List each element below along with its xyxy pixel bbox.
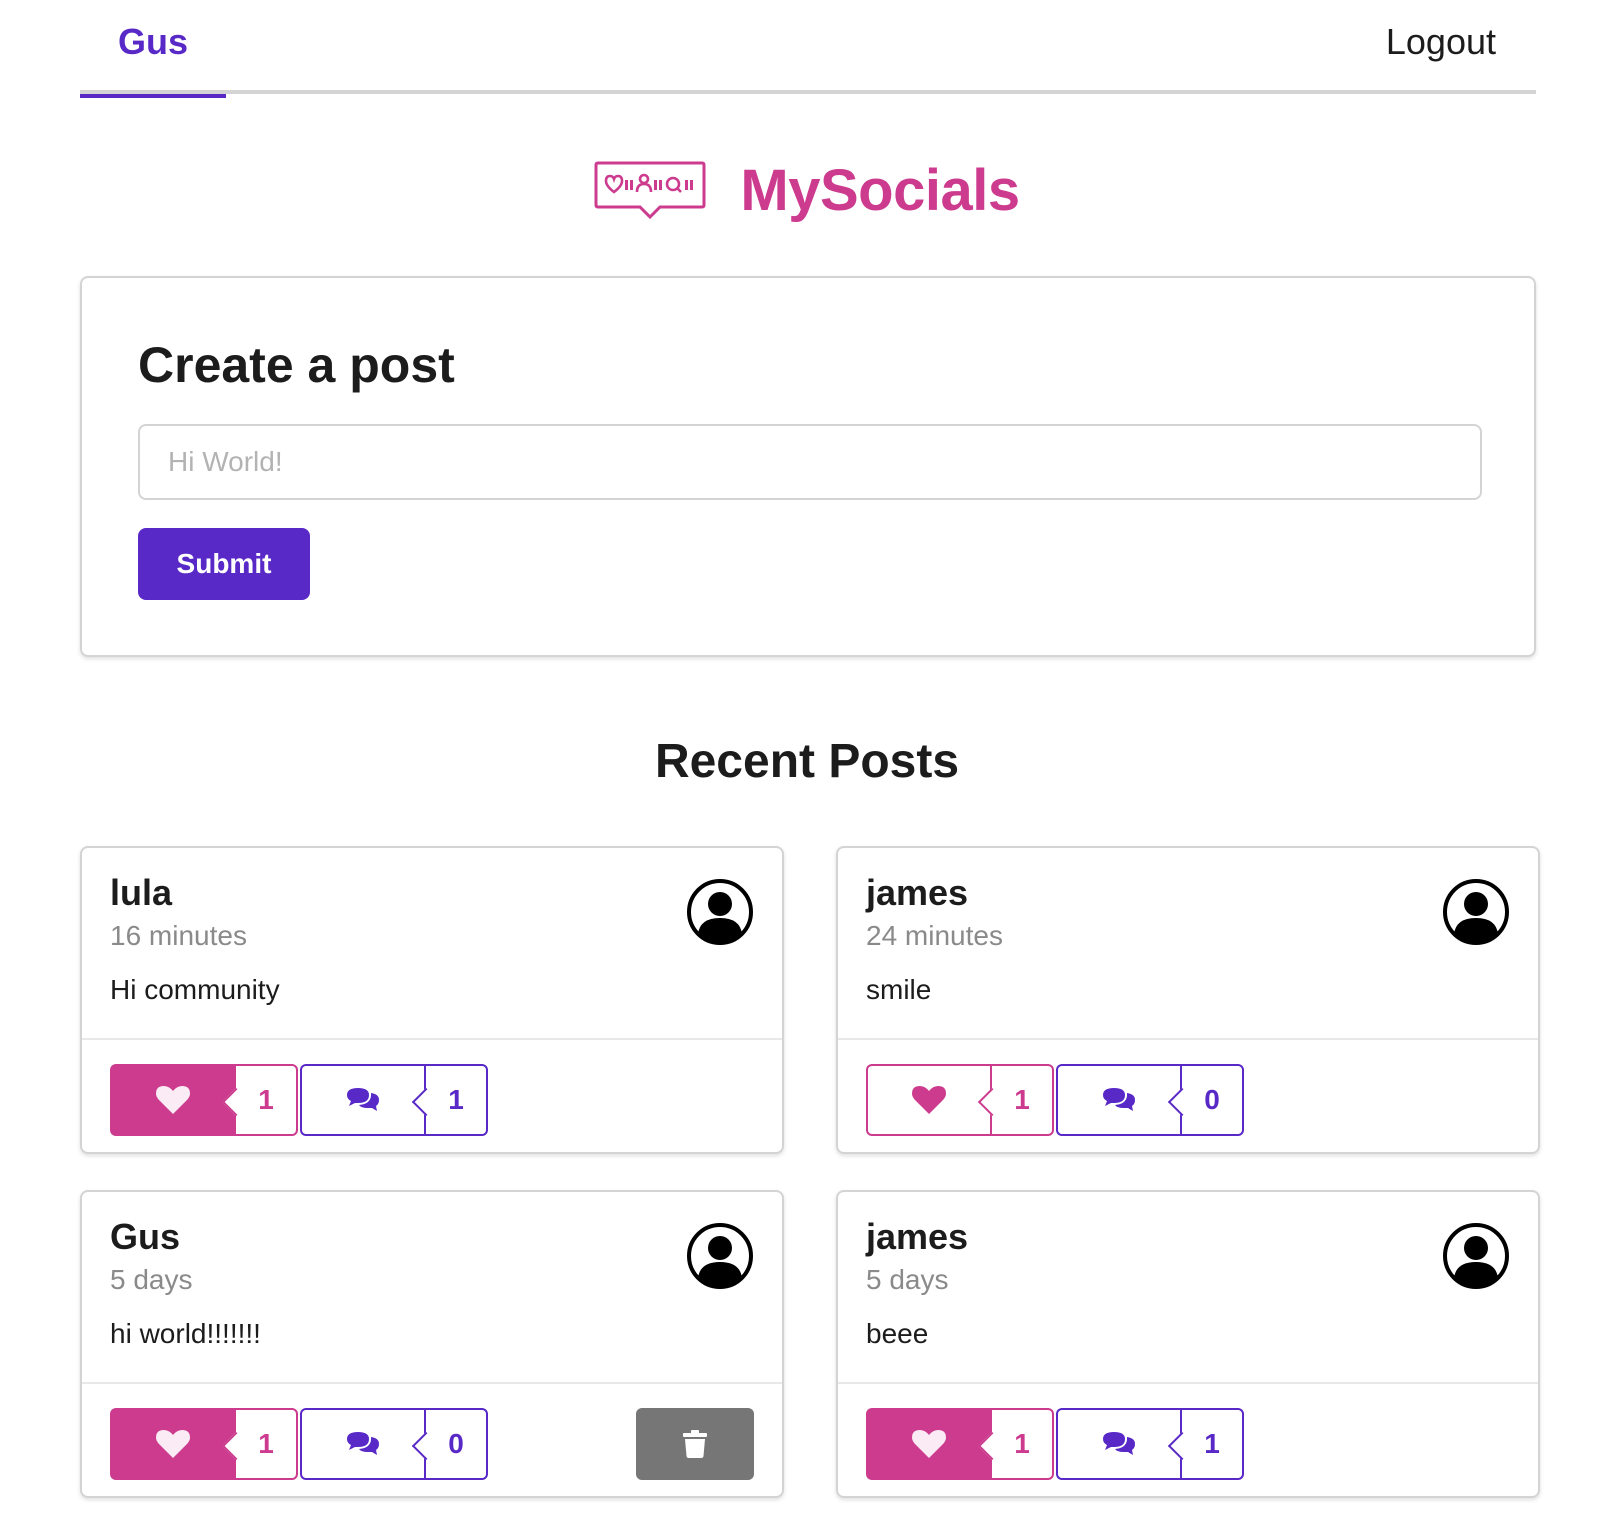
submit-button[interactable]: Submit	[138, 528, 310, 600]
recent-posts-title: Recent Posts	[654, 735, 960, 788]
comment-count: 0	[1180, 1064, 1244, 1136]
user-avatar-icon	[686, 1222, 754, 1290]
post-divider	[838, 1038, 1538, 1040]
brand-header: MySocials	[0, 150, 1614, 230]
post-card: Gus 5 days hi world!!!!!!! 1 0	[80, 1190, 784, 1498]
post-divider	[82, 1038, 782, 1040]
nav-user-tab[interactable]: Gus	[80, 0, 226, 98]
post-author: james	[866, 872, 969, 913]
comments-icon	[1056, 1408, 1180, 1480]
comment-button[interactable]: 0	[1056, 1064, 1244, 1136]
heart-icon	[110, 1408, 234, 1480]
like-button[interactable]: 1	[110, 1064, 298, 1136]
like-button[interactable]: 1	[866, 1064, 1054, 1136]
post-author: Gus	[110, 1216, 181, 1257]
post-body: beee	[866, 1318, 929, 1349]
post-body: smile	[866, 974, 932, 1005]
comments-icon	[300, 1408, 424, 1480]
like-count: 1	[990, 1408, 1054, 1480]
post-body: hi world!!!!!!!	[110, 1318, 261, 1349]
post-divider	[838, 1382, 1538, 1384]
comments-icon	[300, 1064, 424, 1136]
comment-count: 1	[424, 1064, 488, 1136]
post-time: 5 days	[110, 1264, 193, 1295]
comment-count: 1	[1180, 1408, 1244, 1480]
user-avatar-icon	[686, 878, 754, 946]
logout-link[interactable]: Logout	[1386, 0, 1496, 94]
comment-button[interactable]: 1	[1056, 1408, 1244, 1480]
create-post-card: Create a post Submit	[80, 276, 1536, 657]
post-body: Hi community	[110, 974, 280, 1005]
like-count: 1	[234, 1064, 298, 1136]
heart-icon	[110, 1064, 234, 1136]
post-author: james	[866, 1216, 969, 1257]
comment-button[interactable]: 1	[300, 1064, 488, 1136]
top-nav: Gus Logout	[80, 0, 1536, 98]
trash-icon	[683, 1430, 707, 1458]
chat-bubble-social-icon	[594, 160, 706, 220]
delete-post-button[interactable]	[636, 1408, 754, 1480]
brand-name: MySocials	[740, 157, 1020, 223]
post-divider	[82, 1382, 782, 1384]
post-card: james 5 days beee 1 1	[836, 1190, 1540, 1498]
like-count: 1	[234, 1408, 298, 1480]
post-time: 24 minutes	[866, 920, 1003, 951]
post-time: 16 minutes	[110, 920, 247, 951]
like-button[interactable]: 1	[110, 1408, 298, 1480]
post-input[interactable]	[138, 424, 1482, 500]
heart-icon	[866, 1408, 990, 1480]
comment-button[interactable]: 0	[300, 1408, 488, 1480]
post-card: lula 16 minutes Hi community 1 1	[80, 846, 784, 1154]
like-button[interactable]: 1	[866, 1408, 1054, 1480]
post-time: 5 days	[866, 1264, 949, 1295]
comments-icon	[1056, 1064, 1180, 1136]
post-author: lula	[110, 872, 173, 913]
heart-icon	[866, 1064, 990, 1136]
like-count: 1	[990, 1064, 1054, 1136]
post-card: james 24 minutes smile 1 0	[836, 846, 1540, 1154]
user-avatar-icon	[1442, 878, 1510, 946]
comment-count: 0	[424, 1408, 488, 1480]
user-avatar-icon	[1442, 1222, 1510, 1290]
create-post-title: Create a post	[138, 337, 455, 393]
